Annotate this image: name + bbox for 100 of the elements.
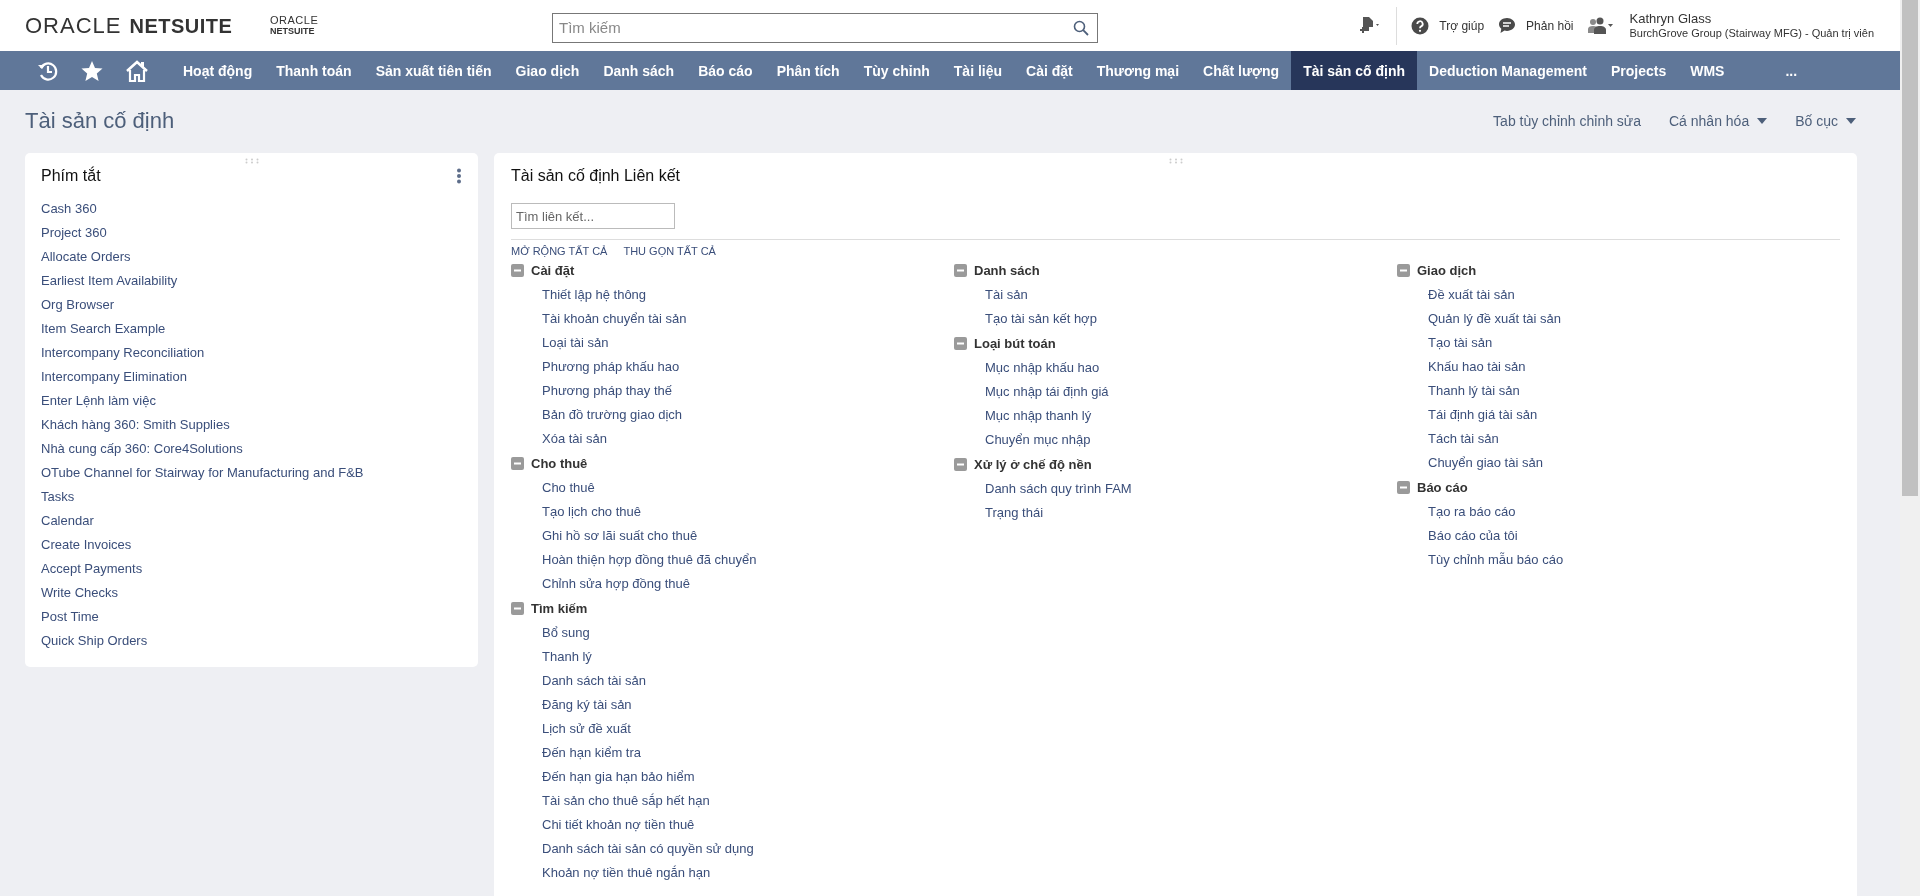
nav-tab[interactable]: Sản xuất tiên tiến (363, 51, 504, 90)
section-link[interactable]: Xóa tài sản (511, 427, 954, 451)
more-tabs-button[interactable]: ... (1773, 51, 1810, 90)
section-link[interactable]: Mục nhập khấu hao (954, 356, 1397, 380)
section-link[interactable]: Tạo lịch cho thuê (511, 500, 954, 524)
link-search-field[interactable]: Tìm liên kết... (511, 203, 675, 229)
nav-tab[interactable]: Danh sách (591, 51, 687, 90)
home-icon[interactable] (125, 59, 149, 82)
section-link[interactable]: Hoàn thiện hợp đồng thuê đã chuyển (511, 548, 954, 572)
shortcut-link[interactable]: Calendar (41, 509, 462, 533)
collapse-toggle-icon[interactable] (1397, 264, 1410, 277)
section-link[interactable]: Lịch sử đề xuất (511, 717, 954, 741)
star-icon[interactable] (81, 59, 103, 82)
section-heading[interactable]: Cài đặt (531, 263, 575, 278)
shortcut-link[interactable]: Intercompany Reconciliation (41, 341, 462, 365)
history-icon[interactable] (37, 59, 59, 82)
section-link[interactable]: Trạng thái (954, 501, 1397, 525)
nav-tab[interactable]: Tùy chỉnh (851, 51, 942, 90)
section-link[interactable]: Đề xuất tài sản (1397, 283, 1840, 307)
collapse-all-link[interactable]: THU GỌN TẤT CẢ (623, 244, 716, 258)
collapse-toggle-icon[interactable] (1397, 481, 1410, 494)
expand-all-link[interactable]: MỞ RỘNG TẤT CẢ (511, 244, 608, 258)
section-link[interactable]: Khoản nợ tiền thuê ngắn hạn (511, 861, 954, 885)
section-link[interactable]: Mục nhập thanh lý (954, 404, 1397, 428)
section-link[interactable]: Báo cáo của tôi (1397, 524, 1840, 548)
collapse-toggle-icon[interactable] (954, 264, 967, 277)
shortcut-link[interactable]: Enter Lệnh làm việc (41, 389, 462, 413)
section-heading[interactable]: Tìm kiếm (531, 601, 588, 616)
section-link[interactable]: Đăng ký tài sản (511, 693, 954, 717)
shortcut-link[interactable]: OTube Channel for Stairway for Manufacturing and F&B (41, 461, 462, 485)
section-link[interactable]: Ghi hồ sơ lãi suất cho thuê (511, 524, 954, 548)
collapse-toggle-icon[interactable] (954, 458, 967, 471)
section-link[interactable]: Chuyển mục nhập (954, 428, 1397, 452)
user-name[interactable]: Kathryn Glass (1629, 10, 1874, 26)
nav-tab[interactable]: Báo cáo (686, 51, 765, 90)
section-link[interactable]: Khấu hao tài sản (1397, 355, 1840, 379)
shortcut-link[interactable]: Create Invoices (41, 533, 462, 557)
section-link[interactable]: Tài sản cho thuê sắp hết hạn (511, 789, 954, 813)
section-link[interactable]: Tái định giá tài sản (1397, 403, 1840, 427)
collapse-toggle-icon[interactable] (954, 337, 967, 350)
shortcut-link[interactable]: Tasks (41, 485, 462, 509)
drag-handle-icon[interactable] (1168, 158, 1183, 164)
section-link[interactable]: Tài sản (954, 283, 1397, 307)
section-link[interactable]: Chỉnh sửa hợp đồng thuê (511, 572, 954, 596)
feedback-link[interactable]: Phản hồi (1526, 18, 1574, 33)
nav-tab[interactable]: Tài sản cố định (1291, 51, 1418, 90)
nav-tab[interactable]: Projects (1598, 51, 1679, 90)
nav-tab[interactable]: Cài đặt (1014, 51, 1085, 90)
collapse-toggle-icon[interactable] (511, 264, 524, 277)
section-link[interactable]: Mục nhập tái định giá (954, 380, 1397, 404)
section-link[interactable]: Tùy chỉnh mẫu báo cáo (1397, 548, 1840, 572)
section-link[interactable]: Tạo tài sản (1397, 331, 1840, 355)
nav-tab[interactable]: Giao dịch (503, 51, 592, 90)
section-link[interactable]: Tách tài sản (1397, 427, 1840, 451)
section-link[interactable]: Tài khoản chuyển tài sản (511, 307, 954, 331)
menu-dropdown[interactable]: Cá nhân hóa (1669, 113, 1768, 129)
section-heading[interactable]: Loại bút toán (974, 336, 1056, 351)
shortcut-link[interactable]: Nhà cung cấp 360: Core4Solutions (41, 437, 462, 461)
section-link[interactable]: Chi tiết khoản nợ tiền thuê (511, 813, 954, 837)
drag-handle-icon[interactable] (244, 158, 259, 164)
section-link[interactable]: Bổ sung (511, 621, 954, 645)
section-link[interactable]: Thanh lý tài sản (1397, 379, 1840, 403)
nav-tab[interactable]: Hoạt động (171, 51, 265, 90)
section-link[interactable]: Thiết lập hệ thông (511, 283, 954, 307)
roles-icon[interactable] (1587, 15, 1616, 36)
section-link[interactable]: Tạo tài sản kết hợp (954, 307, 1397, 331)
shortcut-link[interactable]: Item Search Example (41, 317, 462, 341)
section-link[interactable]: Danh sách tài sản có quyền sử dụng (511, 837, 954, 861)
collapse-toggle-icon[interactable] (511, 602, 524, 615)
section-heading[interactable]: Giao dịch (1417, 263, 1477, 278)
nav-tab[interactable]: Phân tích (764, 51, 852, 90)
chat-bubble-icon[interactable] (1498, 17, 1517, 34)
nav-tab[interactable]: Chất lượng (1191, 51, 1292, 90)
shortcut-link[interactable]: Khách hàng 360: Smith Supplies (41, 413, 462, 437)
nav-tab[interactable]: WMS (1678, 51, 1737, 90)
shortcut-link[interactable]: Quick Ship Orders (41, 629, 462, 653)
shortcut-link[interactable]: Write Checks (41, 581, 462, 605)
nav-tab[interactable]: Thương mại (1084, 51, 1192, 90)
section-link[interactable]: Danh sách quy trình FAM (954, 477, 1397, 501)
section-heading[interactable]: Danh sách (974, 263, 1040, 278)
nav-tab[interactable]: Thanh toán (264, 51, 364, 90)
section-link[interactable]: Tạo ra báo cáo (1397, 500, 1840, 524)
section-link[interactable]: Thanh lý (511, 645, 954, 669)
section-link[interactable]: Đến hạn gia hạn bảo hiểm (511, 765, 954, 789)
search-field[interactable]: Tìm kiếm (552, 12, 1098, 43)
section-heading[interactable]: Cho thuê (531, 456, 588, 471)
collapse-toggle-icon[interactable] (511, 457, 524, 470)
shortcut-link[interactable]: Accept Payments (41, 557, 462, 581)
more-options-icon[interactable] (456, 168, 462, 184)
section-link[interactable]: Loại tài sản (511, 331, 954, 355)
netsuite-logo[interactable]: ORACLE NETSUITE (25, 12, 270, 39)
section-heading[interactable]: Xử lý ở chế độ nền (974, 457, 1092, 472)
section-heading[interactable]: Báo cáo (1417, 480, 1468, 495)
section-link[interactable]: Cho thuê (511, 476, 954, 500)
nav-tab[interactable]: Deduction Management (1417, 51, 1599, 90)
menu-dropdown[interactable]: Bố cục (1795, 113, 1856, 129)
nav-tab[interactable]: Tài liệu (941, 51, 1015, 90)
shortcut-link[interactable]: Project 360 (41, 221, 462, 245)
help-link[interactable]: Trợ giúp (1439, 18, 1485, 33)
section-link[interactable]: Bản đồ trường giao dịch (511, 403, 954, 427)
